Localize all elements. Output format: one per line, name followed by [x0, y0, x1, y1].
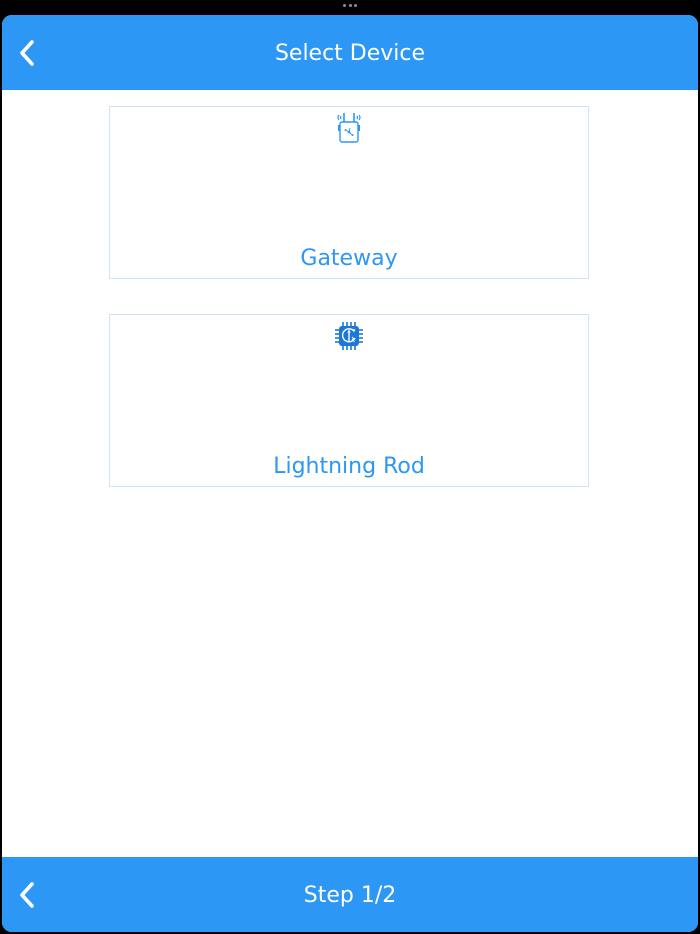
device-label-lightning-rod: Lightning Rod	[273, 454, 425, 479]
device-frame: Select Device Gateway Lightning Rod Step…	[0, 0, 700, 934]
page-title: Select Device	[274, 41, 426, 66]
device-card-gateway[interactable]: Gateway	[109, 106, 589, 279]
device-card-lightning-rod[interactable]: Lightning Rod	[109, 314, 589, 487]
device-label-gateway: Gateway	[300, 246, 398, 271]
lightning-rod-chip-icon	[333, 319, 365, 353]
footer-bar: Step 1/2	[2, 857, 698, 932]
footer-back-button[interactable]	[10, 877, 44, 913]
header-bar: Select Device	[2, 15, 698, 90]
multitasking-grabber[interactable]	[343, 4, 357, 8]
app-window: Select Device Gateway Lightning Rod Step…	[2, 15, 698, 932]
chevron-left-icon	[20, 882, 34, 908]
header-back-button[interactable]	[10, 35, 44, 71]
chevron-left-icon	[20, 40, 34, 66]
gateway-router-icon	[333, 111, 365, 145]
step-indicator: Step 1/2	[303, 883, 397, 908]
